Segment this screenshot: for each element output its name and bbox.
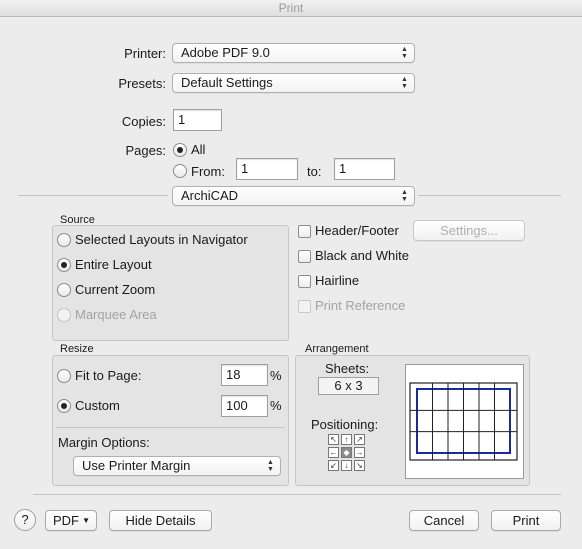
printer-popup[interactable]: Adobe PDF 9.0 ▲ ▼ (172, 43, 415, 63)
source-marquee-area-radio[interactable] (57, 308, 71, 322)
source-marquee-area-label: Marquee Area (75, 307, 157, 322)
pages-from-radio[interactable] (173, 164, 187, 178)
position-right-arrow-icon[interactable]: → (354, 447, 365, 458)
hairline-label: Hairline (315, 273, 360, 288)
hairline-checkbox[interactable] (298, 275, 311, 288)
presets-value: Default Settings (181, 75, 273, 90)
position-bottom-arrow-icon[interactable]: ↓ (341, 460, 352, 471)
black-white-label: Black and White (315, 248, 409, 263)
source-current-zoom-radio[interactable] (57, 283, 71, 297)
popup-arrows-icon: ▲ ▼ (401, 189, 408, 203)
copies-input[interactable]: 1 (173, 109, 222, 131)
pages-all-radio[interactable] (173, 143, 187, 157)
position-bottom-left-arrow-icon[interactable]: ↙ (328, 460, 339, 471)
custom-percent: % (270, 398, 282, 413)
pages-all-label: All (191, 142, 206, 157)
fit-to-page-input[interactable]: 18 (221, 364, 268, 386)
print-reference-label: Print Reference (315, 298, 406, 313)
arrangement-preview-grid (409, 382, 518, 461)
section-popup-value: ArchiCAD (181, 188, 239, 203)
source-selected-layouts-label: Selected Layouts in Navigator (75, 232, 248, 247)
popup-arrows-icon: ▲ ▼ (267, 459, 274, 473)
separator-right (418, 195, 561, 196)
margin-options-label: Margin Options: (58, 435, 150, 450)
source-current-zoom-label: Current Zoom (75, 282, 156, 297)
pages-label: Pages: (125, 143, 166, 158)
position-center-icon[interactable]: ◆ (341, 447, 352, 458)
hide-details-button[interactable]: Hide Details (109, 510, 212, 531)
separator-left (18, 195, 168, 196)
margin-options-popup[interactable]: Use Printer Margin ▲ ▼ (73, 456, 281, 476)
print-reference-checkbox[interactable] (298, 300, 311, 313)
position-top-arrow-icon[interactable]: ↑ (341, 434, 352, 445)
source-entire-layout-radio[interactable] (57, 258, 71, 272)
cancel-button[interactable]: Cancel (409, 510, 479, 531)
pages-from-label: From: (191, 164, 225, 179)
header-footer-label: Header/Footer (315, 223, 399, 238)
settings-button[interactable]: Settings... (413, 220, 525, 241)
help-button[interactable]: ? (14, 509, 36, 531)
source-entire-layout-label: Entire Layout (75, 257, 152, 272)
printer-label: Printer: (124, 46, 166, 61)
pages-from-input[interactable]: 1 (236, 158, 298, 180)
pdf-button[interactable]: PDF ▼ (45, 510, 97, 531)
positioning-label: Positioning: (311, 417, 379, 432)
fit-to-page-radio[interactable] (57, 369, 71, 383)
positioning-grid[interactable]: ↖ ↑ ↗ ← ◆ → ↙ ↓ ↘ (328, 434, 367, 473)
position-left-arrow-icon[interactable]: ← (328, 447, 339, 458)
source-selected-layouts-radio[interactable] (57, 233, 71, 247)
position-top-left-arrow-icon[interactable]: ↖ (328, 434, 339, 445)
custom-input[interactable]: 100 (221, 395, 268, 417)
position-top-right-arrow-icon[interactable]: ↗ (354, 434, 365, 445)
section-popup[interactable]: ArchiCAD ▲ ▼ (172, 186, 415, 206)
presets-label: Presets: (118, 76, 166, 91)
black-white-checkbox[interactable] (298, 250, 311, 263)
chevron-down-icon: ▼ (82, 516, 90, 525)
sheets-label: Sheets: (325, 361, 370, 376)
sheets-value: 6 x 3 (318, 377, 379, 395)
arrangement-preview (405, 364, 524, 479)
footer-separator (33, 494, 561, 495)
pages-to-input[interactable]: 1 (334, 158, 395, 180)
popup-arrows-icon: ▲ ▼ (401, 46, 408, 60)
fit-to-page-percent: % (270, 368, 282, 383)
resize-separator (56, 427, 285, 428)
margin-options-value: Use Printer Margin (82, 458, 191, 473)
printer-value: Adobe PDF 9.0 (181, 45, 270, 60)
custom-radio[interactable] (57, 399, 71, 413)
position-bottom-right-arrow-icon[interactable]: ↘ (354, 460, 365, 471)
window-title: Print (0, 0, 582, 17)
pages-to-label: to: (307, 164, 322, 179)
custom-label: Custom (75, 398, 120, 413)
header-footer-checkbox[interactable] (298, 225, 311, 238)
pdf-button-label: PDF (53, 513, 79, 528)
presets-popup[interactable]: Default Settings ▲ ▼ (172, 73, 415, 93)
copies-label: Copies: (121, 114, 166, 129)
popup-arrows-icon: ▲ ▼ (401, 76, 408, 90)
fit-to-page-label: Fit to Page: (75, 368, 142, 383)
print-button[interactable]: Print (491, 510, 561, 531)
